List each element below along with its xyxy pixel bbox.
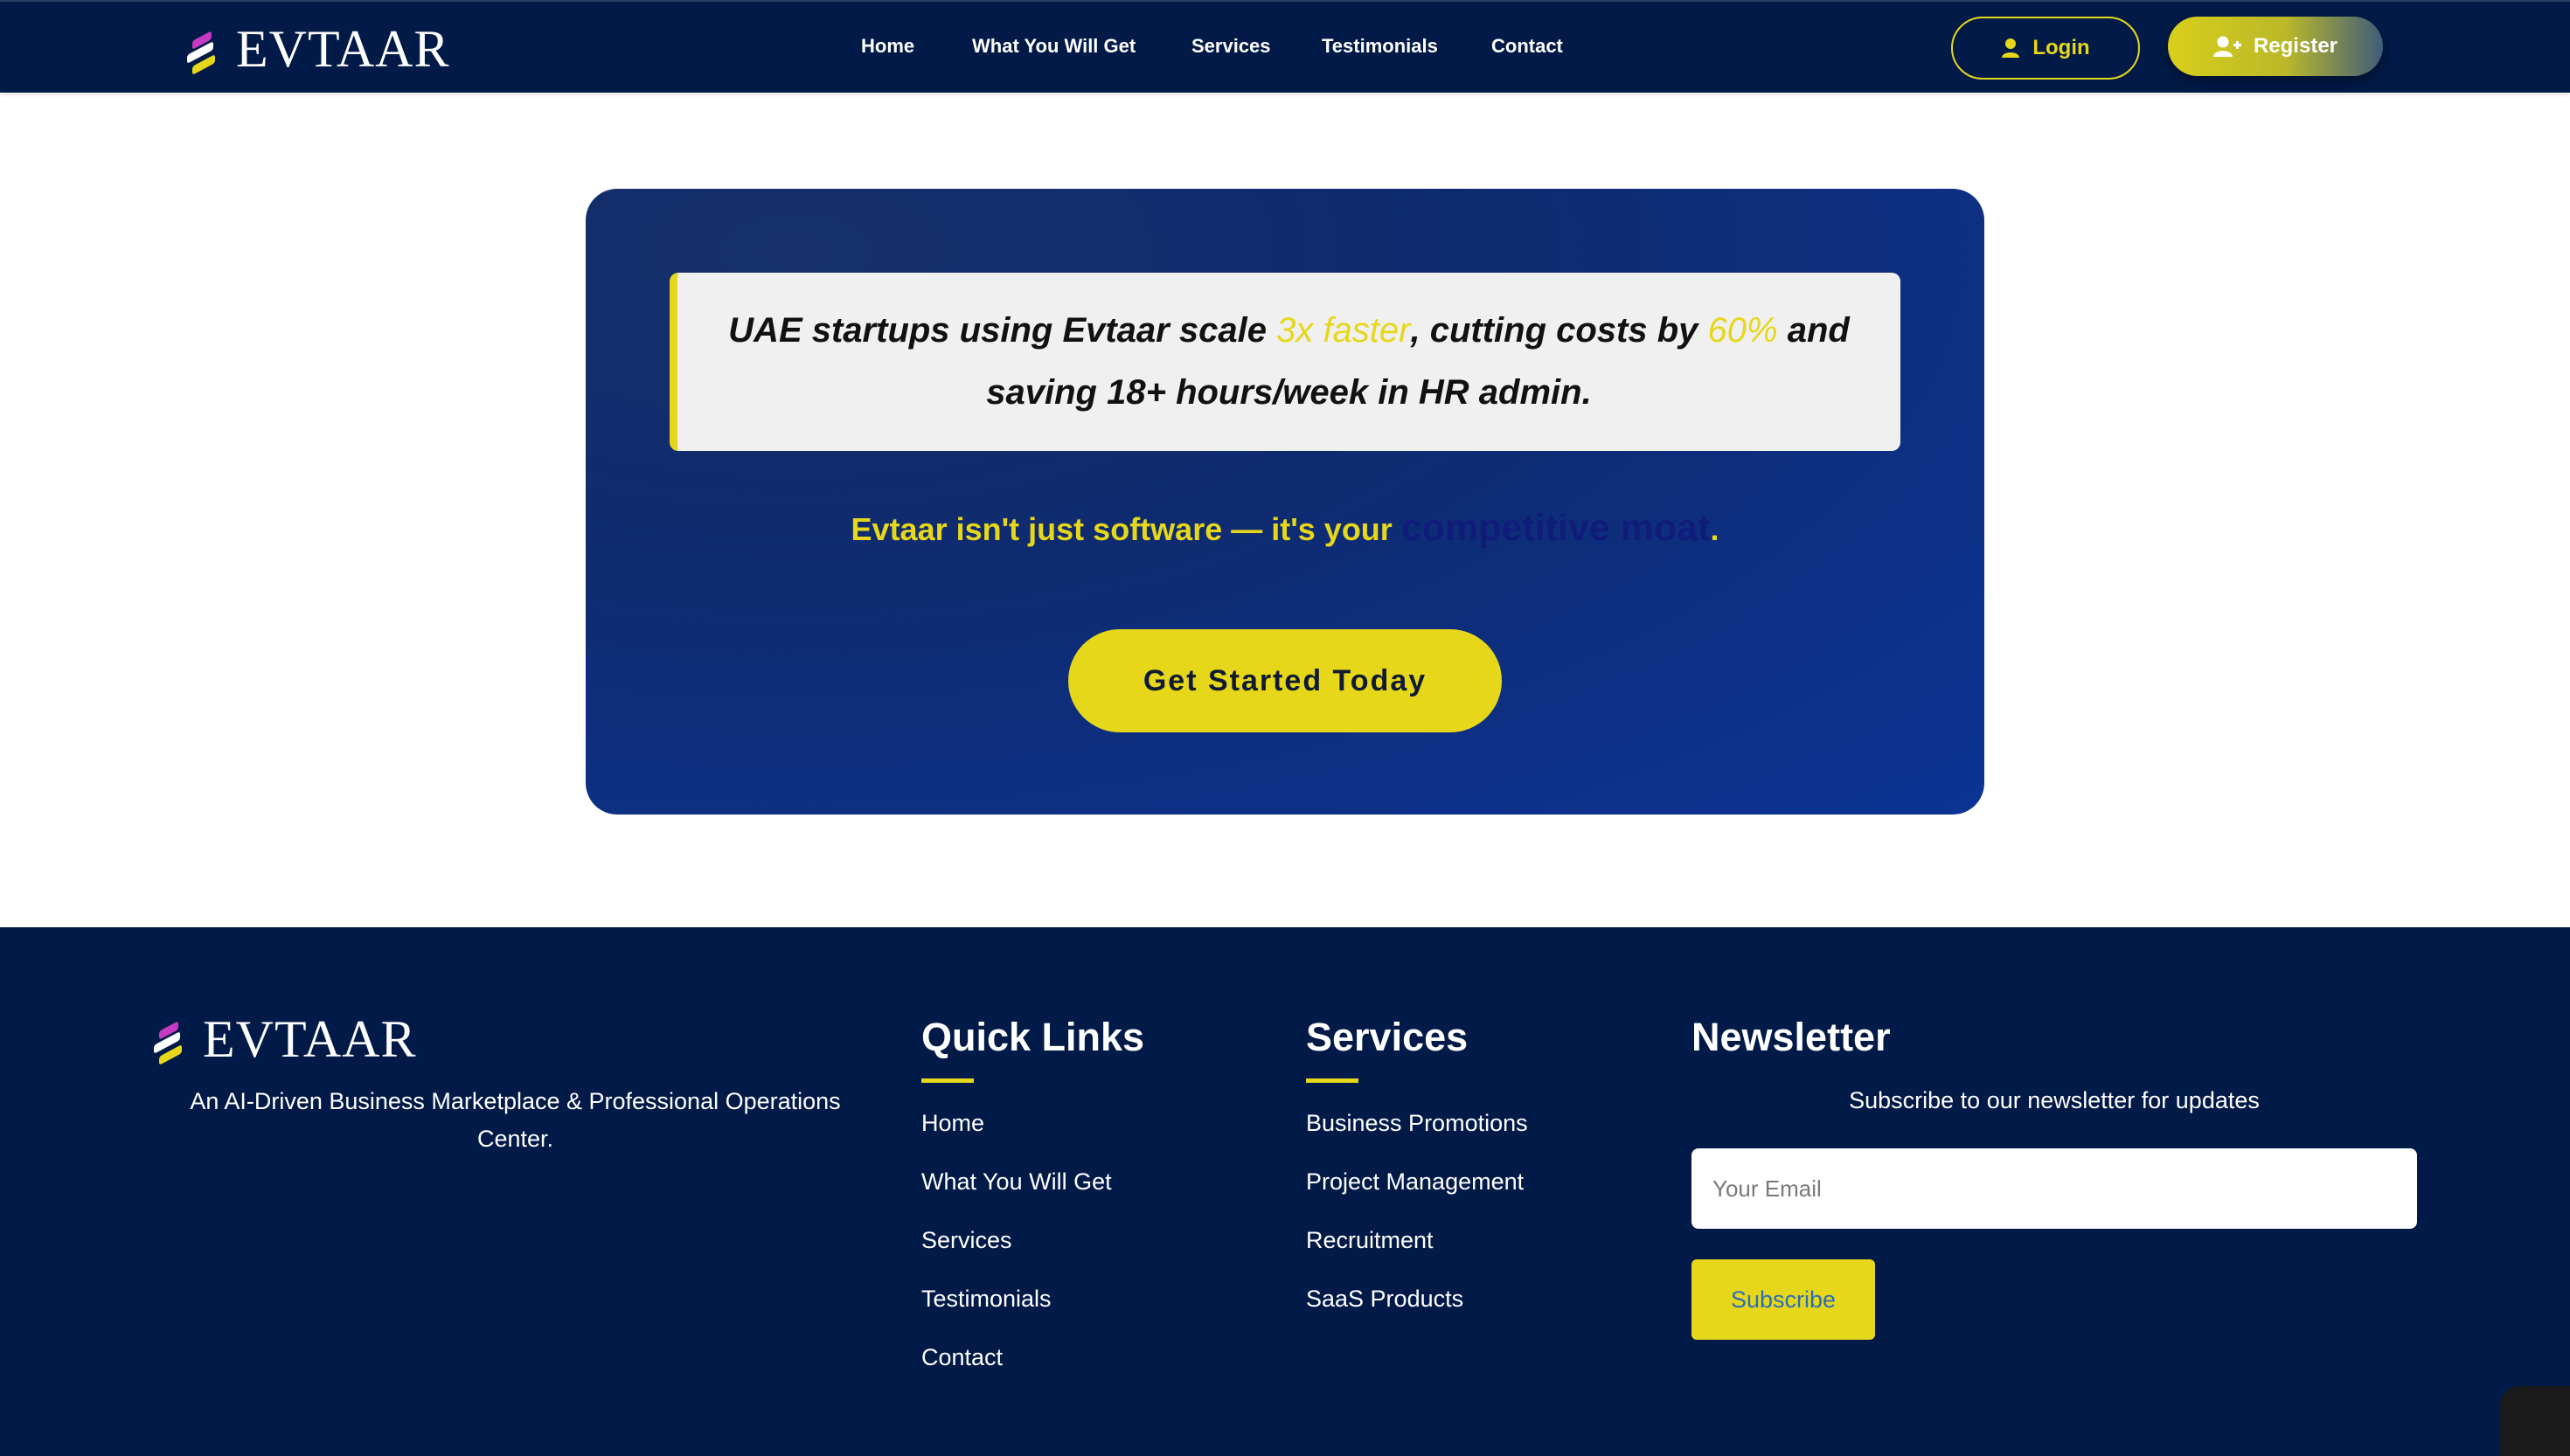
login-label: Login xyxy=(2032,36,2090,59)
nav-link-services[interactable]: Services xyxy=(1191,32,1322,60)
footer-link-services[interactable]: Services xyxy=(921,1224,1112,1256)
footer-link-testimonials[interactable]: Testimonials xyxy=(921,1283,1112,1314)
logo-wordmark: EVTAAR xyxy=(236,20,450,78)
login-button[interactable]: Login xyxy=(1951,17,2140,80)
nav-link-testimonials[interactable]: Testimonials xyxy=(1322,32,1491,60)
register-label: Register xyxy=(2253,34,2338,58)
logo-mark-icon xyxy=(154,1019,191,1065)
footer-logo[interactable]: EVTAAR xyxy=(154,1013,417,1065)
nav-link-what-you-will-get[interactable]: What You Will Get xyxy=(972,32,1191,60)
footer-description: An AI-Driven Business Marketplace & Prof… xyxy=(190,1088,841,1152)
footer-link-business-promotions[interactable]: Business Promotions xyxy=(1306,1107,1528,1139)
logo-mark-icon xyxy=(187,29,224,75)
user-plus-icon xyxy=(2212,36,2241,57)
newsletter-email-input[interactable] xyxy=(1691,1148,2417,1229)
logo-wordmark: EVTAAR xyxy=(203,1010,417,1068)
footer-link-what-you-will-get[interactable]: What You Will Get xyxy=(921,1166,1112,1197)
top-navbar: EVTAAR Home What You Will Get Services T… xyxy=(0,0,2570,93)
quick-links-title: Quick Links xyxy=(921,1015,1145,1059)
chat-widget-corner[interactable] xyxy=(2500,1386,2570,1456)
highlight-cost: 60% xyxy=(1707,311,1778,350)
services-title: Services xyxy=(1306,1015,1469,1059)
quick-links-underline xyxy=(921,1078,974,1083)
newsletter-title: Newsletter xyxy=(1691,1015,1891,1059)
nav-link-contact[interactable]: Contact xyxy=(1491,32,1563,60)
quick-links-list: Home What You Will Get Services Testimon… xyxy=(921,1107,1112,1400)
tagline-emphasis: competitive moat xyxy=(1400,507,1711,549)
get-started-button[interactable]: Get Started Today xyxy=(1068,629,1502,732)
services-list: Business Promotions Project Management R… xyxy=(1306,1107,1528,1342)
cta-tagline: Evtaar isn't just software — it's your c… xyxy=(851,507,1719,549)
main-nav: Home What You Will Get Services Testimon… xyxy=(861,32,1563,60)
subscribe-button[interactable]: Subscribe xyxy=(1691,1259,1875,1340)
stat-quote-text: UAE startups using Evtaar scale 3x faste… xyxy=(728,311,1850,412)
highlight-scale: 3x faster xyxy=(1276,311,1411,350)
site-footer: EVTAAR An AI-Driven Business Marketplace… xyxy=(0,927,2570,1456)
footer-link-recruitment[interactable]: Recruitment xyxy=(1306,1224,1528,1256)
user-icon xyxy=(2002,38,2020,58)
footer-link-home[interactable]: Home xyxy=(921,1107,1112,1139)
footer-link-project-management[interactable]: Project Management xyxy=(1306,1166,1528,1197)
register-button[interactable]: Register xyxy=(2168,17,2383,76)
nav-link-home[interactable]: Home xyxy=(861,32,972,60)
cta-card: UAE startups using Evtaar scale 3x faste… xyxy=(586,189,1984,815)
footer-link-saas-products[interactable]: SaaS Products xyxy=(1306,1283,1528,1314)
stat-quote: UAE startups using Evtaar scale 3x faste… xyxy=(670,273,1900,451)
services-underline xyxy=(1306,1078,1358,1083)
footer-link-contact[interactable]: Contact xyxy=(921,1342,1112,1373)
newsletter-subtitle: Subscribe to our newsletter for updates xyxy=(1849,1087,2260,1113)
brand-logo[interactable]: EVTAAR xyxy=(187,23,450,75)
